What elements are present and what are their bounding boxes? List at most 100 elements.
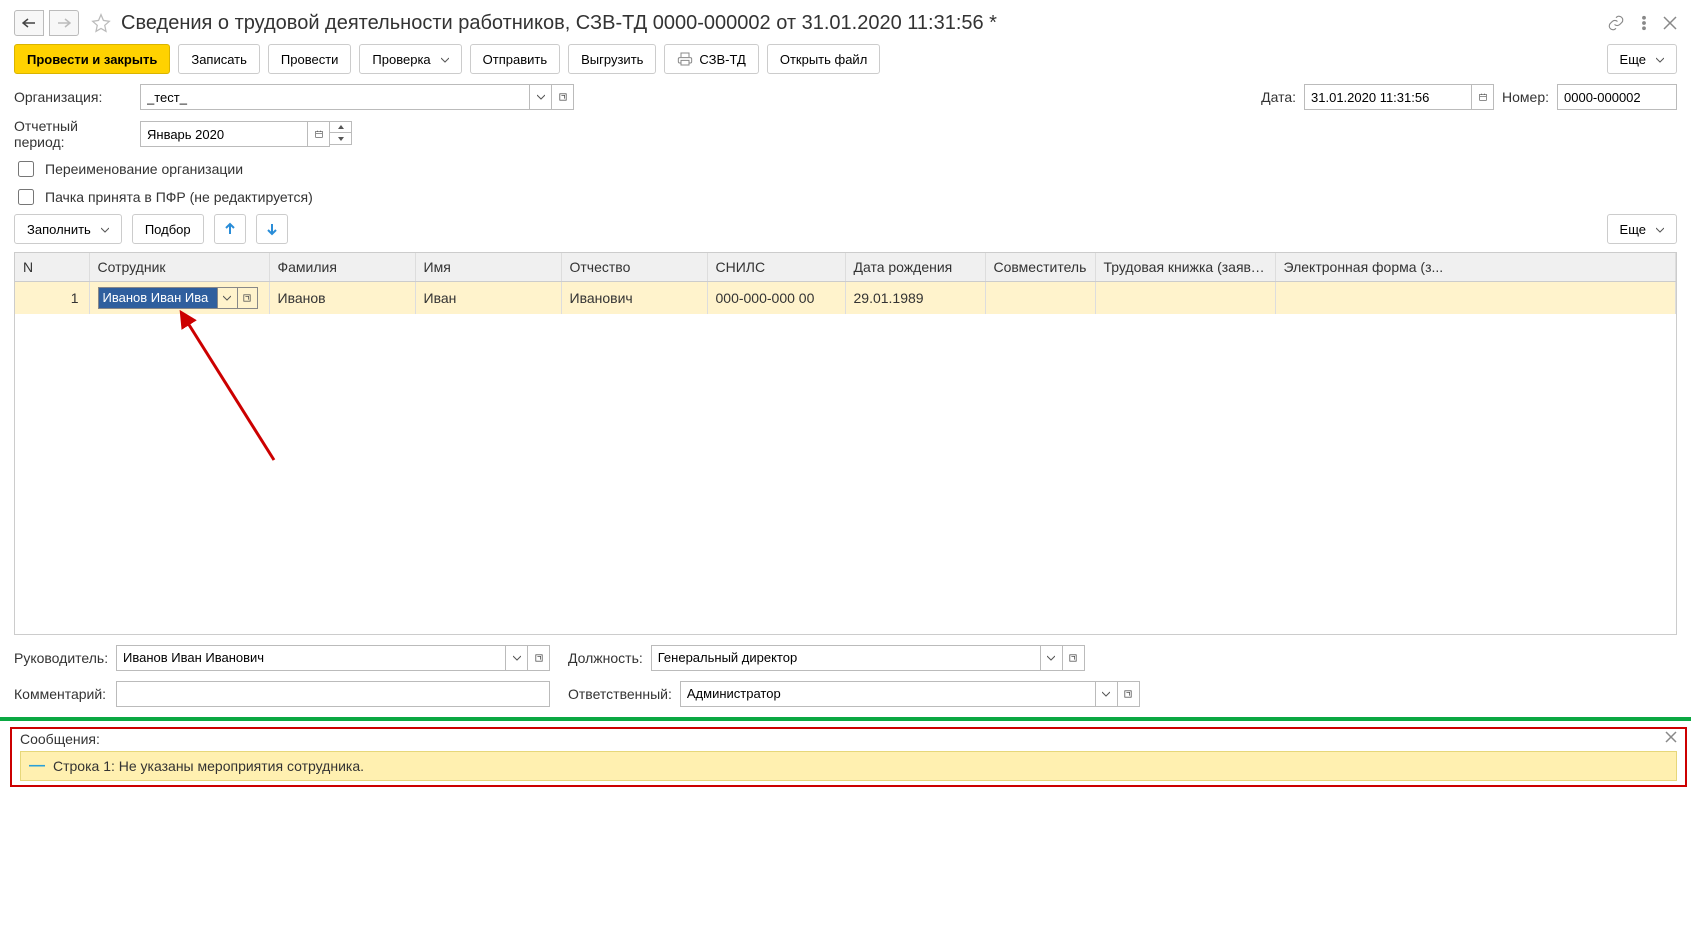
message-text: Строка 1: Не указаны мероприятия сотрудн…	[53, 758, 364, 774]
arrow-up-icon	[223, 222, 237, 236]
post-open-button[interactable]	[1063, 645, 1085, 671]
col-eform[interactable]: Электронная форма (з...	[1275, 253, 1676, 281]
arrow-down-icon	[265, 222, 279, 236]
chevron-down-icon	[1656, 222, 1664, 237]
table-blank-area[interactable]	[15, 314, 1676, 634]
favorite-star-icon[interactable]	[91, 13, 111, 33]
rename-org-label: Переименование организации	[45, 161, 243, 177]
post-close-button[interactable]: Провести и закрыть	[14, 44, 170, 74]
cell-n: 1	[15, 281, 89, 314]
resp-dropdown-button[interactable]	[1096, 681, 1118, 707]
resp-open-button[interactable]	[1118, 681, 1140, 707]
move-up-button[interactable]	[214, 214, 246, 244]
col-employee[interactable]: Сотрудник	[89, 253, 269, 281]
period-spin-up[interactable]	[330, 121, 352, 133]
upload-button[interactable]: Выгрузить	[568, 44, 656, 74]
accepted-pfr-checkbox-input[interactable]	[18, 189, 34, 205]
rename-org-checkbox-input[interactable]	[18, 161, 34, 177]
open-icon	[243, 294, 251, 302]
col-patronymic[interactable]: Отчество	[561, 253, 707, 281]
link-icon[interactable]	[1607, 14, 1625, 32]
org-field[interactable]	[140, 84, 530, 110]
table-header-row: N Сотрудник Фамилия Имя Отчество СНИЛС Д…	[15, 253, 1676, 281]
post-field[interactable]	[651, 645, 1041, 671]
accepted-pfr-label: Пачка принята в ПФР (не редактируется)	[45, 189, 313, 205]
cell-snils: 000-000-000 00	[707, 281, 845, 314]
fill-button[interactable]: Заполнить	[14, 214, 122, 244]
message-row[interactable]: — Строка 1: Не указаны мероприятия сотру…	[20, 751, 1677, 781]
open-file-button[interactable]: Открыть файл	[767, 44, 880, 74]
send-button[interactable]: Отправить	[470, 44, 560, 74]
cell-dob: 29.01.1989	[845, 281, 985, 314]
cell-employee[interactable]	[89, 281, 269, 314]
chevron-down-icon	[441, 52, 449, 67]
employee-dropdown-button[interactable]	[218, 287, 238, 309]
employees-table[interactable]: N Сотрудник Фамилия Имя Отчество СНИЛС Д…	[14, 252, 1677, 635]
pick-button[interactable]: Подбор	[132, 214, 204, 244]
write-button[interactable]: Записать	[178, 44, 260, 74]
toolbar-more-button[interactable]: Еще	[1607, 44, 1677, 74]
messages-panel: Сообщения: — Строка 1: Не указаны меропр…	[10, 727, 1687, 787]
head-label: Руководитель:	[14, 650, 108, 666]
check-button-label: Проверка	[372, 52, 430, 67]
number-field[interactable]	[1557, 84, 1677, 110]
date-calendar-button[interactable]	[1472, 84, 1494, 110]
arrow-left-icon	[22, 18, 36, 28]
table-more-button[interactable]: Еще	[1607, 214, 1677, 244]
col-combiner[interactable]: Совместитель	[985, 253, 1095, 281]
date-label: Дата:	[1261, 89, 1296, 105]
chevron-down-icon	[1656, 52, 1664, 67]
head-field[interactable]	[116, 645, 506, 671]
szvtd-button[interactable]: СЗВ-ТД	[664, 44, 758, 74]
number-label: Номер:	[1502, 89, 1549, 105]
toolbar-more-label: Еще	[1620, 52, 1646, 67]
post-label: Должность:	[568, 650, 643, 666]
employee-open-button[interactable]	[238, 287, 258, 309]
col-lastname[interactable]: Фамилия	[269, 253, 415, 281]
close-icon[interactable]	[1663, 16, 1677, 30]
org-dropdown-button[interactable]	[530, 84, 552, 110]
cell-eform	[1275, 281, 1676, 314]
messages-title: Сообщения:	[20, 731, 100, 747]
col-workbook[interactable]: Трудовая книжка (заявл.)	[1095, 253, 1275, 281]
col-dob[interactable]: Дата рождения	[845, 253, 985, 281]
period-calendar-button[interactable]	[308, 121, 330, 147]
cell-lastname: Иванов	[269, 281, 415, 314]
nav-back-button[interactable]	[14, 10, 44, 36]
cell-patronymic: Иванович	[561, 281, 707, 314]
org-label: Организация:	[14, 89, 132, 105]
nav-forward-button[interactable]	[49, 10, 79, 36]
period-spin-down[interactable]	[330, 133, 352, 145]
accepted-pfr-checkbox[interactable]: Пачка принята в ПФР (не редактируется)	[14, 186, 1677, 208]
org-open-button[interactable]	[552, 84, 574, 110]
resp-label: Ответственный:	[568, 686, 672, 702]
cell-combiner	[985, 281, 1095, 314]
separator-bar	[0, 717, 1691, 721]
rename-org-checkbox[interactable]: Переименование организации	[14, 158, 1677, 180]
post-button[interactable]: Провести	[268, 44, 352, 74]
org-field-wrap	[140, 84, 574, 110]
head-dropdown-button[interactable]	[506, 645, 528, 671]
chevron-down-icon	[101, 222, 109, 237]
period-spinner	[330, 121, 352, 147]
resp-field[interactable]	[680, 681, 1096, 707]
check-button[interactable]: Проверка	[359, 44, 461, 74]
period-label: Отчетный период:	[14, 118, 132, 150]
fill-button-label: Заполнить	[27, 222, 91, 237]
comment-field[interactable]	[116, 681, 550, 707]
date-field[interactable]	[1304, 84, 1472, 110]
col-n[interactable]: N	[15, 253, 89, 281]
table-more-label: Еще	[1620, 222, 1646, 237]
comment-label: Комментарий:	[14, 686, 108, 702]
employee-edit-input[interactable]	[98, 287, 218, 309]
period-field[interactable]	[140, 121, 308, 147]
move-down-button[interactable]	[256, 214, 288, 244]
col-snils[interactable]: СНИЛС	[707, 253, 845, 281]
table-row[interactable]: 1 Иванов Иван Иванович 000-000-000 00 29…	[15, 281, 1676, 314]
kebab-menu-icon[interactable]	[1635, 14, 1653, 32]
head-open-button[interactable]	[528, 645, 550, 671]
messages-close-icon[interactable]	[1665, 731, 1677, 743]
col-firstname[interactable]: Имя	[415, 253, 561, 281]
post-dropdown-button[interactable]	[1041, 645, 1063, 671]
cell-firstname: Иван	[415, 281, 561, 314]
